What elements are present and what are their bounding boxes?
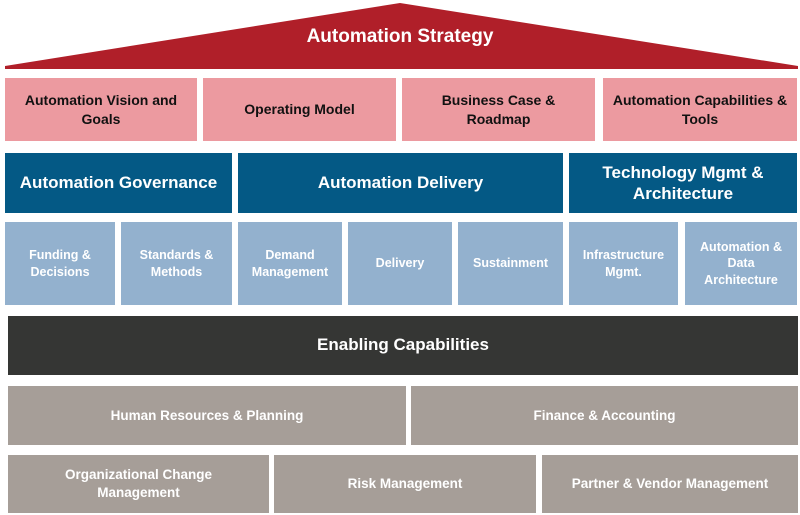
enabling-item-change-mgmt: Organizational Change Management: [8, 455, 269, 513]
technology-item-infrastructure: Infrastructure Mgmt.: [569, 222, 678, 305]
strategy-item-capabilities: Automation Capabilities & Tools: [603, 78, 797, 141]
enabling-item-hr: Human Resources & Planning: [8, 386, 406, 445]
technology-item-architecture: Automation & Data Architecture: [685, 222, 797, 305]
strategy-item-business-case: Business Case & Roadmap: [402, 78, 595, 141]
pillar-technology-header: Technology Mgmt & Architecture: [569, 153, 797, 213]
pillar-governance-header: Automation Governance: [5, 153, 232, 213]
governance-item-funding: Funding & Decisions: [5, 222, 115, 305]
delivery-item-demand: Demand Management: [238, 222, 342, 305]
enabling-item-finance: Finance & Accounting: [411, 386, 798, 445]
enabling-item-partner: Partner & Vendor Management: [542, 455, 798, 513]
delivery-item-sustainment: Sustainment: [458, 222, 563, 305]
delivery-item-delivery: Delivery: [348, 222, 452, 305]
governance-item-standards: Standards & Methods: [121, 222, 232, 305]
pillar-delivery-header: Automation Delivery: [238, 153, 563, 213]
strategy-item-operating-model: Operating Model: [203, 78, 396, 141]
enabling-item-risk: Risk Management: [274, 455, 536, 513]
strategy-item-vision: Automation Vision and Goals: [5, 78, 197, 141]
strategy-title: Automation Strategy: [306, 26, 494, 47]
enabling-capabilities-header: Enabling Capabilities: [8, 316, 798, 375]
